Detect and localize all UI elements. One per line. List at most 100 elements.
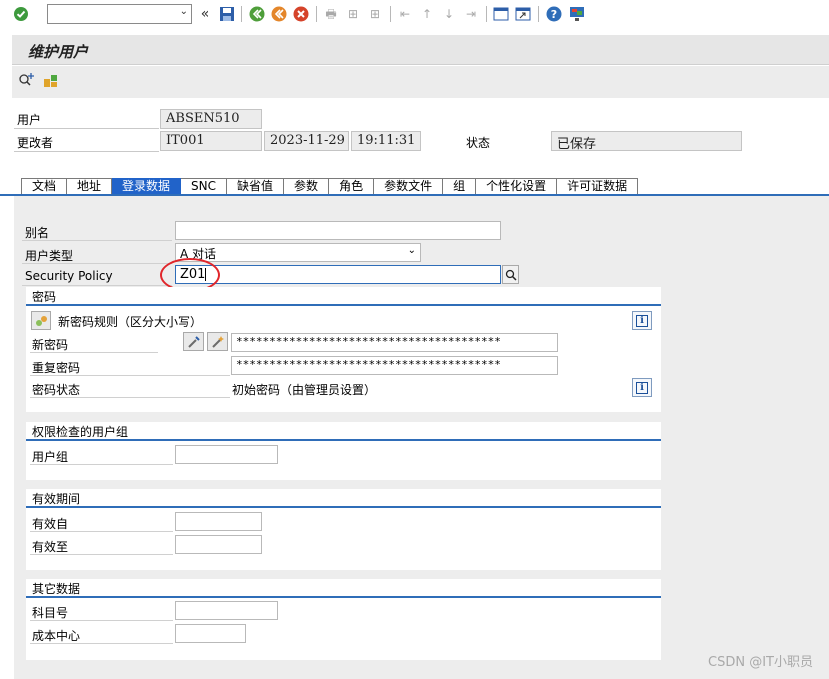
label-underline xyxy=(14,128,159,129)
alias-label: 别名 xyxy=(25,226,50,240)
validity-section: 有效期间 xyxy=(26,489,661,570)
page-title: 维护用户 xyxy=(28,43,89,61)
find-icon[interactable]: ⊞ xyxy=(344,5,362,23)
title-bar: 维护用户 xyxy=(12,35,829,65)
user-type-label: 用户类型 xyxy=(25,249,74,263)
validity-title: 有效期间 xyxy=(32,492,81,506)
label-underline xyxy=(30,375,230,376)
user-group-title: 权限检查的用户组 xyxy=(32,425,129,439)
label-underline xyxy=(14,151,159,152)
group-underline xyxy=(26,439,661,441)
info-icon[interactable]: i xyxy=(632,311,652,330)
password-rules-icon[interactable] xyxy=(31,311,51,330)
account-number-input[interactable] xyxy=(175,601,278,620)
tab-documentation[interactable]: 文档 xyxy=(21,178,68,195)
user-label: 用户 xyxy=(17,113,42,127)
label-underline xyxy=(30,554,173,555)
changed-time-value: 19:11:31 xyxy=(351,131,421,151)
command-field[interactable]: ⌄ xyxy=(47,4,192,24)
cost-center-input[interactable] xyxy=(175,624,246,643)
new-password-label: 新密码 xyxy=(32,338,69,352)
user-value: ABSEN510 xyxy=(160,109,262,129)
user-group-section: 权限检查的用户组 xyxy=(26,422,661,480)
group-underline xyxy=(26,506,661,508)
label-underline xyxy=(22,263,172,264)
tab-parameters[interactable]: 参数 xyxy=(284,178,330,195)
label-underline xyxy=(30,531,173,532)
shortcut-icon[interactable] xyxy=(514,5,532,23)
tab-defaults[interactable]: 缺省值 xyxy=(227,178,285,195)
application-toolbar xyxy=(12,66,829,98)
system-toolbar: ⌄ « 🖶 ⊞ ⊞ ⇤ ↑ ↓ ⇥ ? xyxy=(0,0,829,30)
first-page-icon[interactable]: ⇤ xyxy=(396,5,414,23)
security-policy-input[interactable]: Z01 xyxy=(175,265,501,284)
password-group-title: 密码 xyxy=(32,290,57,304)
label-underline xyxy=(22,240,172,241)
next-page-icon[interactable]: ↓ xyxy=(440,5,458,23)
role-icon[interactable] xyxy=(42,72,60,90)
chevron-down-icon[interactable]: ⌄ xyxy=(180,6,188,17)
label-underline xyxy=(30,397,230,398)
changed-by-value: IT001 xyxy=(160,131,262,151)
password-rules-text: 新密码规则（区分大小写） xyxy=(58,315,203,329)
changed-date-value: 2023-11-29 xyxy=(264,131,349,151)
separator xyxy=(241,6,242,22)
tab-personalization[interactable]: 个性化设置 xyxy=(476,178,558,195)
group-underline xyxy=(26,304,661,306)
tab-logon-data[interactable]: 登录数据 xyxy=(112,178,182,195)
customize-icon[interactable] xyxy=(568,5,586,23)
cancel-icon[interactable] xyxy=(292,5,310,23)
label-underline xyxy=(30,643,173,644)
display-change-icon[interactable] xyxy=(18,72,36,90)
watermark: CSDN @IT小职员 xyxy=(708,655,813,670)
find-next-icon[interactable]: ⊞ xyxy=(366,5,384,23)
generate-password-icon[interactable] xyxy=(207,332,228,351)
save-icon[interactable] xyxy=(218,5,236,23)
separator xyxy=(538,6,539,22)
label-underline xyxy=(22,285,172,286)
tab-groups[interactable]: 组 xyxy=(443,178,477,195)
repeat-password-label: 重复密码 xyxy=(32,361,81,375)
svg-text:?: ? xyxy=(551,8,557,21)
valid-to-label: 有效至 xyxy=(32,540,69,554)
info-icon[interactable]: i xyxy=(632,378,652,397)
exit-icon[interactable] xyxy=(270,5,288,23)
password-status-label: 密码状态 xyxy=(32,383,81,397)
changed-by-label: 更改者 xyxy=(17,136,54,150)
tab-strip: 文档 地址 登录数据 SNC 缺省值 参数 角色 参数文件 组 个性化设置 许可… xyxy=(21,178,639,195)
valid-to-input[interactable] xyxy=(175,535,262,554)
other-data-title: 其它数据 xyxy=(32,582,81,596)
tab-license-data[interactable]: 许可证数据 xyxy=(557,178,639,195)
user-group-input[interactable] xyxy=(175,445,278,464)
tab-address[interactable]: 地址 xyxy=(67,178,113,195)
check-icon[interactable] xyxy=(12,5,30,23)
valid-from-input[interactable] xyxy=(175,512,262,531)
label-underline xyxy=(30,620,173,621)
last-page-icon[interactable]: ⇥ xyxy=(462,5,480,23)
print-icon[interactable]: 🖶 xyxy=(322,5,340,23)
prev-page-icon[interactable]: ↑ xyxy=(418,5,436,23)
label-underline xyxy=(30,352,158,353)
status-label: 状态 xyxy=(466,136,491,150)
create-session-icon[interactable] xyxy=(492,5,510,23)
tab-profiles[interactable]: 参数文件 xyxy=(374,178,444,195)
chevron-down-icon[interactable]: ⌄ xyxy=(408,245,416,256)
back-icon[interactable] xyxy=(248,5,266,23)
help-icon[interactable]: ? xyxy=(545,5,563,23)
repeat-password-input[interactable]: **************************************** xyxy=(231,356,558,375)
new-password-input[interactable]: **************************************** xyxy=(231,333,558,352)
tab-snc[interactable]: SNC xyxy=(181,178,228,195)
user-group-label: 用户组 xyxy=(32,450,69,464)
value-help-icon[interactable] xyxy=(502,265,519,284)
alias-input[interactable] xyxy=(175,221,501,240)
label-underline xyxy=(30,464,173,465)
change-password-icon[interactable] xyxy=(183,332,204,351)
user-type-select[interactable]: A 对话 ⌄ xyxy=(175,243,421,262)
back-double-icon[interactable]: « xyxy=(196,5,214,23)
password-status-value: 初始密码（由管理员设置） xyxy=(232,383,377,397)
status-value: 已保存 xyxy=(551,131,742,152)
separator xyxy=(390,6,391,22)
separator xyxy=(486,6,487,22)
tab-roles[interactable]: 角色 xyxy=(329,178,375,195)
valid-from-label: 有效自 xyxy=(32,517,69,531)
